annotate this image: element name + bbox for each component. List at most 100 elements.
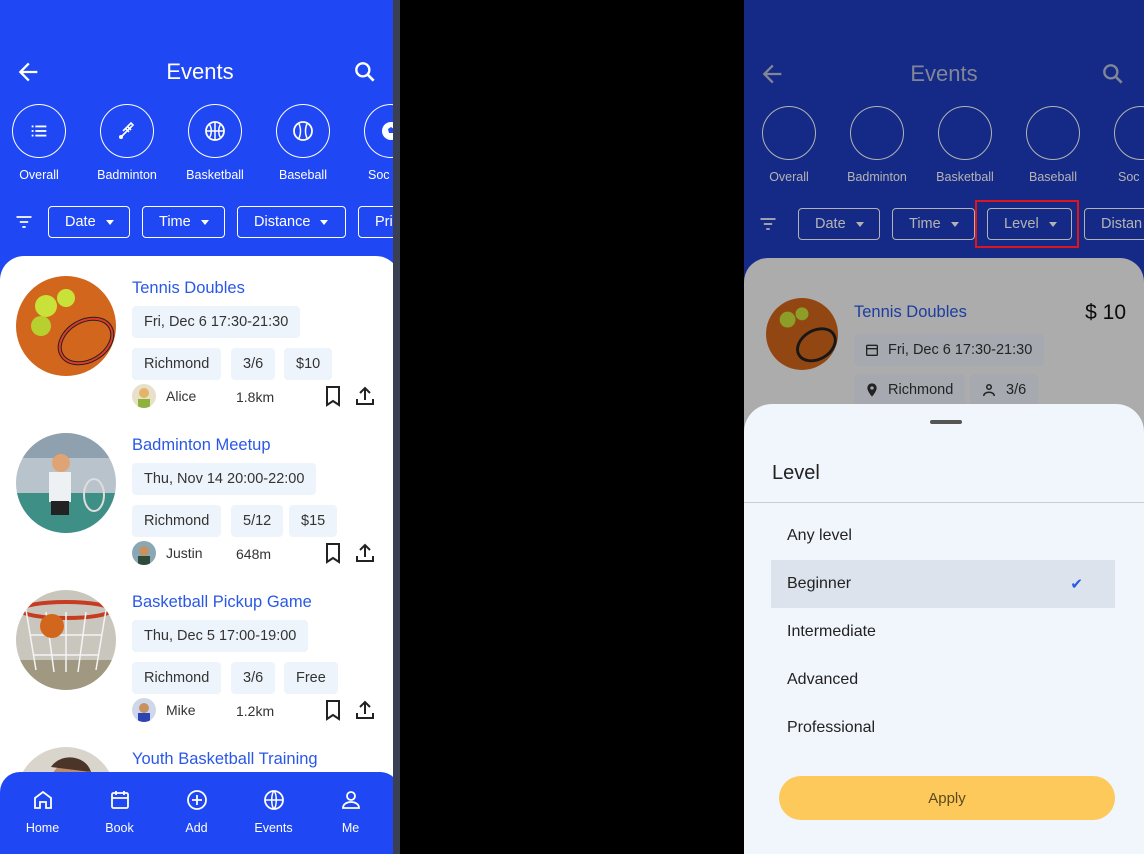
chip-label: Pri	[375, 214, 393, 230]
event-location: Richmond	[132, 348, 222, 380]
bookmark-icon[interactable]	[323, 385, 343, 407]
category-overall[interactable]: Overall	[0, 104, 83, 182]
level-option-professional[interactable]: Professional	[771, 704, 1115, 752]
caret-down-icon	[105, 219, 114, 225]
event-datetime: Fri, Dec 6 17:30-21:30	[132, 306, 301, 338]
option-label: Beginner	[787, 575, 852, 592]
chip-label: Distance	[254, 214, 311, 230]
event-card[interactable]: Badminton Meetup Thu, Nov 14 20:00-22:00…	[0, 413, 400, 570]
nav-me[interactable]: Me	[312, 788, 389, 835]
event-location: Richmond	[132, 505, 222, 537]
nav-home[interactable]: Home	[4, 788, 81, 835]
event-distance: 1.8km	[236, 389, 275, 405]
nav-label: Me	[341, 821, 360, 835]
host-name: Alice	[166, 388, 197, 404]
basketball-icon	[205, 121, 225, 141]
bookmark-icon[interactable]	[323, 542, 343, 564]
level-option-any[interactable]: Any level	[771, 512, 1115, 560]
apply-button[interactable]: Apply	[779, 776, 1115, 820]
nav-events[interactable]: Events	[235, 788, 312, 835]
event-price: $10	[284, 348, 333, 380]
event-photo	[16, 433, 116, 533]
globe-icon	[263, 790, 284, 810]
filter-icon[interactable]	[14, 212, 34, 232]
event-slots: 3/6	[231, 348, 276, 380]
avatar	[132, 384, 156, 408]
event-datetime: Thu, Dec 5 17:00-19:00	[132, 620, 309, 652]
category-row: Overall Badminton Basketball Baseball So…	[0, 104, 400, 190]
caret-down-icon	[200, 219, 209, 225]
nav-label: Add	[185, 821, 208, 835]
event-host: Justin	[132, 541, 203, 565]
bottom-nav: Home Book Add Events Me	[0, 772, 400, 854]
event-card[interactable]: Tennis Doubles Fri, Dec 6 17:30-21:30 Ri…	[0, 256, 400, 413]
level-option-beginner[interactable]: Beginner ✔	[771, 560, 1115, 608]
option-label: Professional	[787, 719, 876, 736]
option-label: Any level	[787, 527, 852, 544]
distance-filter-chip[interactable]: Distance	[237, 206, 346, 238]
option-label: Intermediate	[787, 623, 876, 640]
chip-label: Time	[159, 214, 191, 230]
nav-label: Home	[25, 821, 60, 835]
nav-label: Book	[105, 821, 134, 835]
page-title: Events	[166, 59, 234, 84]
share-icon[interactable]	[355, 542, 375, 564]
highlight-box	[975, 200, 1079, 248]
share-icon[interactable]	[355, 699, 375, 721]
events-screen-right: Events Overall Badminton Basketball Base…	[744, 0, 1144, 854]
calendar-icon	[110, 791, 129, 809]
time-filter-chip[interactable]: Time	[142, 206, 225, 238]
option-label: Advanced	[787, 671, 859, 688]
event-photo	[16, 590, 116, 690]
shuttlecock-icon	[119, 121, 135, 139]
bookmark-icon[interactable]	[323, 699, 343, 721]
event-price: Free	[284, 662, 338, 694]
divider	[744, 502, 1144, 503]
header: Events	[0, 42, 400, 102]
screen-divider	[393, 0, 400, 854]
event-card[interactable]: Basketball Pickup Game Thu, Dec 5 17:00-…	[0, 570, 400, 727]
nav-add[interactable]: Add	[158, 788, 235, 835]
category-label: Badminton	[97, 168, 157, 182]
chip-label: Date	[65, 214, 96, 230]
home-icon	[33, 790, 52, 809]
add-circle-icon	[186, 790, 207, 810]
host-name: Mike	[166, 702, 196, 718]
check-icon: ✔	[1070, 576, 1083, 593]
avatar	[132, 698, 156, 722]
category-baseball[interactable]: Baseball	[259, 104, 347, 182]
event-host: Alice	[132, 384, 196, 408]
event-slots: 3/6	[231, 662, 276, 694]
event-title[interactable]: Youth Basketball Training	[132, 750, 318, 769]
event-list: Tennis Doubles Fri, Dec 6 17:30-21:30 Ri…	[0, 256, 400, 854]
event-distance: 648m	[236, 546, 272, 562]
baseball-icon	[293, 121, 313, 141]
level-bottom-sheet: Level Any level Beginner ✔ Intermediate A…	[744, 404, 1144, 854]
date-filter-chip[interactable]: Date	[48, 206, 130, 238]
nav-label: Events	[254, 821, 293, 835]
event-title[interactable]: Basketball Pickup Game	[132, 593, 312, 612]
sheet-title: Level	[772, 462, 820, 484]
category-label: Overall	[19, 168, 59, 182]
search-icon[interactable]	[352, 59, 378, 85]
person-icon	[341, 791, 360, 809]
category-badminton[interactable]: Badminton	[83, 104, 171, 182]
event-host: Mike	[132, 698, 196, 722]
event-datetime: Thu, Nov 14 20:00-22:00	[132, 463, 317, 495]
event-title[interactable]: Badminton Meetup	[132, 436, 271, 455]
level-option-advanced[interactable]: Advanced	[771, 656, 1115, 704]
category-basketball[interactable]: Basketball	[171, 104, 259, 182]
event-slots: 5/12	[231, 505, 284, 537]
event-photo	[16, 276, 116, 376]
drag-handle[interactable]	[930, 420, 962, 424]
level-option-intermediate[interactable]: Intermediate	[771, 608, 1115, 656]
category-label: Basketball	[186, 168, 244, 182]
share-icon[interactable]	[355, 385, 375, 407]
filter-bar: Date Time Distance Pri	[0, 206, 400, 238]
host-name: Justin	[166, 545, 203, 561]
avatar	[132, 541, 156, 565]
nav-book[interactable]: Book	[81, 788, 158, 835]
event-title[interactable]: Tennis Doubles	[132, 279, 245, 298]
events-screen-left: Events Overall Badminton Basketball Base…	[0, 0, 400, 854]
caret-down-icon	[320, 219, 329, 225]
